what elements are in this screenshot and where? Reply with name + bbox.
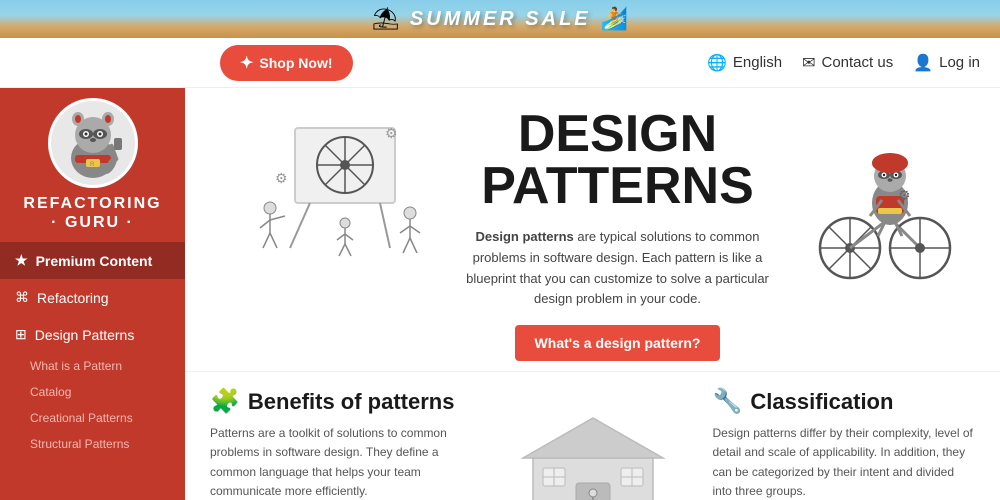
- shop-now-label: Shop Now!: [259, 55, 332, 71]
- svg-text:R: R: [90, 162, 95, 168]
- login-label: Log in: [939, 54, 980, 71]
- user-icon: 👤: [913, 53, 933, 73]
- nav-items: 🌐 English ✉ Contact us 👤 Log in: [707, 53, 980, 73]
- umbrella-icon: ⛱: [372, 6, 400, 32]
- sidebar-item-refactoring[interactable]: ⌘ Refactoring: [0, 279, 185, 316]
- sidebar-logo: R REFACTORING · GURU ·: [0, 88, 185, 237]
- hero-title: DESIGN PATTERNS: [455, 108, 780, 212]
- sidebar-sub-item-creational[interactable]: Creational Patterns: [0, 405, 185, 431]
- hero-text: DESIGN PATTERNS Design patterns are typi…: [445, 108, 790, 361]
- classification-title: 🔧 Classification: [713, 387, 976, 416]
- classification-icon: 🔧: [713, 387, 743, 416]
- contact-link[interactable]: ✉ Contact us: [802, 53, 893, 73]
- benefits-icon: 🧩: [210, 387, 240, 416]
- raccoon-logo-image: R: [53, 103, 133, 183]
- benefits-text: Patterns are a toolkit of solutions to c…: [210, 424, 473, 500]
- star-icon: ✦: [240, 53, 253, 73]
- house-illustration: [493, 387, 693, 500]
- refactoring-icon: ⌘: [15, 289, 29, 306]
- hero-section: ⚙ ⚙ DESIGN PATTERNS Design patterns are …: [185, 88, 1000, 371]
- sidebar-sub-item-structural[interactable]: Structural Patterns: [0, 431, 185, 457]
- shop-now-button[interactable]: ✦ Shop Now!: [220, 45, 353, 81]
- main-layout: R REFACTORING · GURU · ★ Premium Content…: [0, 88, 1000, 500]
- hero-illustration: ⚙ ⚙: [215, 108, 445, 293]
- brand-name: REFACTORING · GURU ·: [23, 194, 161, 232]
- main-content: ⚙ ⚙ DESIGN PATTERNS Design patterns are …: [185, 88, 1000, 500]
- house-svg: [498, 403, 688, 500]
- classification-card: 🔧 Classification Design patterns differ …: [713, 387, 976, 500]
- surfer-icon: 🏄: [601, 6, 628, 32]
- sidebar-sub-item-what-is-pattern[interactable]: What is a Pattern: [0, 353, 185, 379]
- sidebar-item-design-patterns[interactable]: ⊞ Design Patterns: [0, 316, 185, 353]
- sidebar-item-premium[interactable]: ★ Premium Content: [0, 242, 185, 279]
- summer-banner: ⛱ SUMMER SALE 🏄: [0, 0, 1000, 38]
- star-nav-icon: ★: [15, 252, 28, 269]
- bottom-section: 🧩 Benefits of patterns Patterns are a to…: [185, 371, 1000, 500]
- language-selector[interactable]: 🌐 English: [707, 53, 782, 73]
- mail-icon: ✉: [802, 53, 815, 73]
- benefits-card: 🧩 Benefits of patterns Patterns are a to…: [210, 387, 473, 500]
- sidebar-sub-item-catalog[interactable]: Catalog: [0, 379, 185, 405]
- design-illustration-svg: ⚙ ⚙: [215, 108, 435, 288]
- top-nav: ✦ Shop Now! 🌐 English ✉ Contact us 👤 Log…: [0, 38, 1000, 88]
- svg-text:⚙: ⚙: [898, 187, 911, 203]
- sidebar-nav: ★ Premium Content ⌘ Refactoring ⊞ Design…: [0, 242, 185, 457]
- login-link[interactable]: 👤 Log in: [913, 53, 980, 73]
- patterns-label: Design Patterns: [35, 327, 135, 343]
- sidebar: R REFACTORING · GURU · ★ Premium Content…: [0, 88, 185, 500]
- premium-label: Premium Content: [36, 253, 153, 269]
- hero-description: Design patterns are typical solutions to…: [455, 227, 780, 310]
- whats-design-pattern-button[interactable]: What's a design pattern?: [515, 325, 721, 361]
- logo-circle: R: [48, 98, 138, 188]
- classification-text: Design patterns differ by their complexi…: [713, 424, 976, 500]
- hero-raccoon: ⚙: [790, 108, 970, 288]
- refactoring-label: Refactoring: [37, 290, 109, 306]
- contact-label: Contact us: [821, 54, 893, 71]
- language-label: English: [733, 54, 782, 71]
- svg-text:⚙: ⚙: [275, 170, 288, 186]
- globe-icon: 🌐: [707, 53, 727, 73]
- patterns-icon: ⊞: [15, 326, 27, 343]
- banner-text: SUMMER SALE: [410, 8, 591, 31]
- raccoon-hero-svg: ⚙: [800, 108, 960, 288]
- benefits-title: 🧩 Benefits of patterns: [210, 387, 473, 416]
- svg-text:⚙: ⚙: [385, 125, 398, 141]
